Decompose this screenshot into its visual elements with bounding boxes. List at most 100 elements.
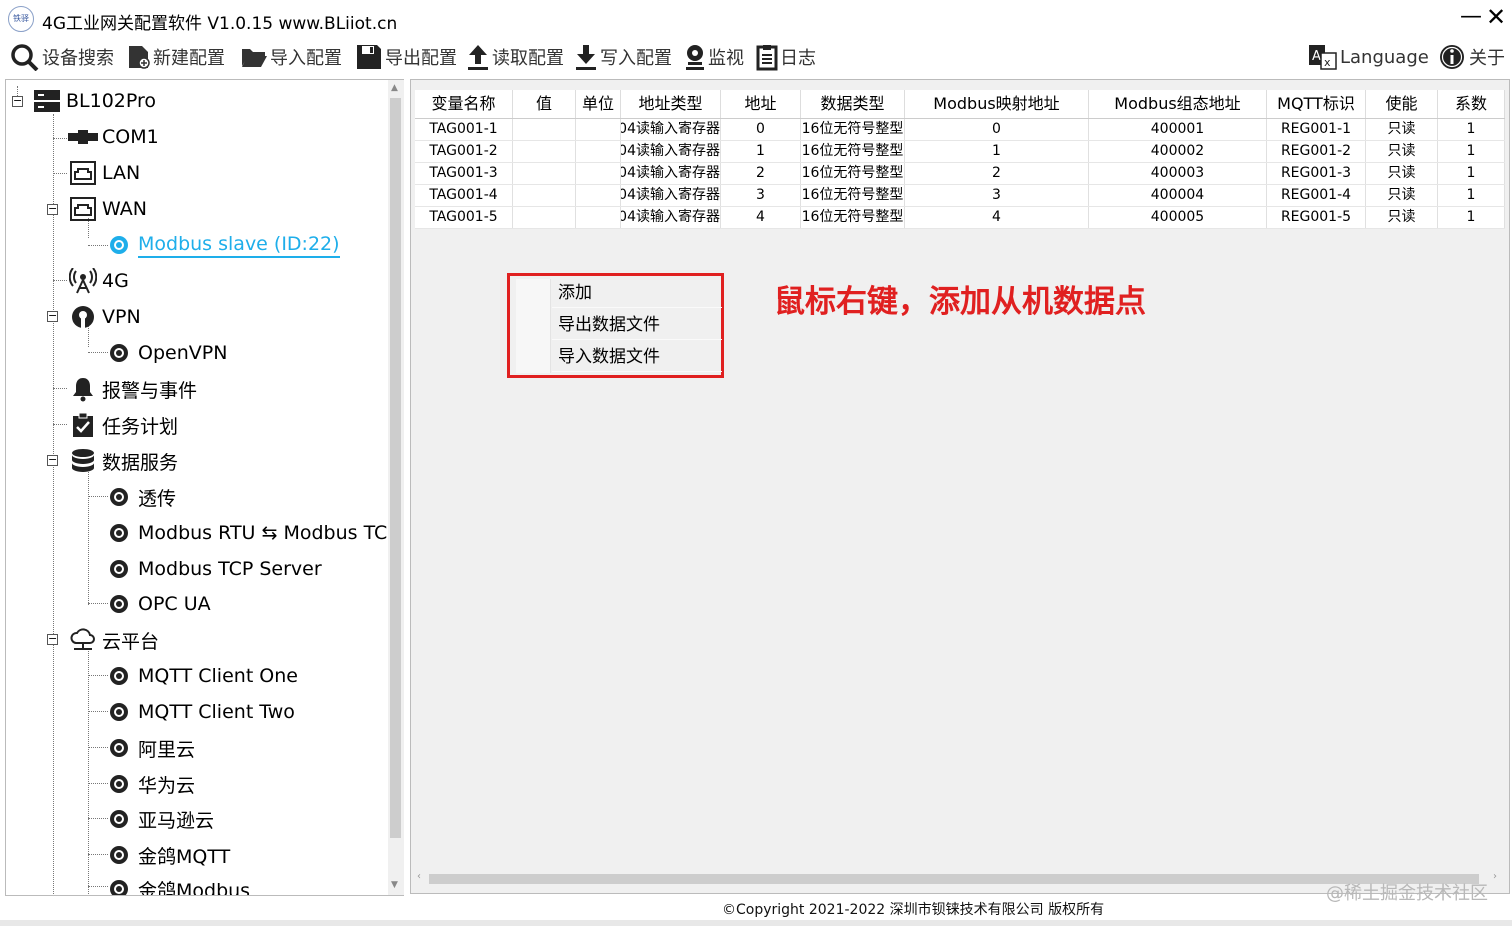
table-cell[interactable]: 1	[1438, 207, 1505, 228]
tree-node-modbus-slave[interactable]: Modbus slave (ID:22)	[104, 230, 340, 260]
table-cell[interactable]	[576, 185, 621, 206]
tree-node-lan[interactable]: LAN	[68, 158, 140, 188]
tree-node-cloud[interactable]: 云平台	[68, 625, 159, 655]
table-cell[interactable]: 0	[721, 119, 801, 140]
scroll-up-arrow-icon[interactable]: ▲	[391, 83, 398, 93]
scroll-down-arrow-icon[interactable]: ▼	[391, 880, 398, 890]
tree-node-4g[interactable]: 4G	[68, 266, 129, 296]
tree-node-data-service[interactable]: 数据服务	[68, 446, 178, 476]
column-header[interactable]: 数据类型	[801, 90, 905, 118]
table-cell[interactable]	[513, 185, 576, 206]
tree-node-jinge-modbus[interactable]: 金鸽Modbus	[104, 874, 250, 895]
table-row[interactable]: TAG001-1 04读输入寄存器 0 16位无符号整型 0 400001 REG001-1…	[415, 119, 1505, 141]
vpn-collapse-toggle[interactable]: −	[47, 310, 58, 322]
table-row[interactable]: TAG001-4 04读输入寄存器 3 16位无符号整型 3 400004 REG001-4…	[415, 185, 1505, 207]
tree-node-mqtt-one[interactable]: MQTT Client One	[104, 661, 298, 691]
table-cell[interactable]: 400005	[1089, 207, 1267, 228]
new-config-button[interactable]: 新建配置	[127, 43, 225, 71]
column-header[interactable]: MQTT标识	[1267, 90, 1366, 118]
column-header[interactable]: Modbus映射地址	[905, 90, 1089, 118]
read-config-button[interactable]: 读取配置	[466, 43, 564, 71]
table-cell[interactable]: 3	[905, 185, 1089, 206]
column-header[interactable]: 值	[513, 90, 576, 118]
table-cell[interactable]: 1	[1438, 163, 1505, 184]
tree-node-aliyun[interactable]: 阿里云	[104, 733, 195, 763]
table-cell[interactable]: 04读输入寄存器	[621, 163, 721, 184]
tree-node-rtu-tcp[interactable]: Modbus RTU ⇆ Modbus TCP	[104, 518, 389, 548]
export-config-button[interactable]: 导出配置	[355, 43, 457, 71]
root-collapse-toggle[interactable]: −	[12, 95, 23, 107]
table-cell[interactable]: 04读输入寄存器	[621, 141, 721, 162]
table-cell[interactable]: TAG001-3	[415, 163, 513, 184]
table-cell[interactable]: 16位无符号整型	[801, 207, 905, 228]
tree-node-openvpn[interactable]: OpenVPN	[104, 338, 227, 368]
table-cell[interactable]: 400002	[1089, 141, 1267, 162]
tree-node-alarm[interactable]: 报警与事件	[68, 374, 197, 404]
table-cell[interactable]: REG001-3	[1267, 163, 1366, 184]
table-cell[interactable]: 3	[721, 185, 801, 206]
table-cell[interactable]: TAG001-4	[415, 185, 513, 206]
write-config-button[interactable]: 写入配置	[574, 43, 672, 71]
table-cell[interactable]	[576, 141, 621, 162]
device-search-button[interactable]: 设备搜索	[10, 43, 114, 71]
language-button[interactable]: Ax Language	[1308, 43, 1429, 71]
wan-collapse-toggle[interactable]: −	[47, 203, 58, 215]
scroll-right-arrow-icon[interactable]: ›	[1493, 871, 1497, 882]
table-cell[interactable]: 1	[721, 141, 801, 162]
scroll-left-arrow-icon[interactable]: ‹	[417, 871, 421, 882]
column-header[interactable]: 系数	[1438, 90, 1505, 118]
tree-node-com1[interactable]: COM1	[68, 122, 159, 152]
table-cell[interactable]: 只读	[1366, 163, 1438, 184]
table-cell[interactable]	[513, 163, 576, 184]
table-cell[interactable]: 16位无符号整型	[801, 163, 905, 184]
table-cell[interactable]: 1	[905, 141, 1089, 162]
table-cell[interactable]: 16位无符号整型	[801, 185, 905, 206]
table-cell[interactable]: TAG001-1	[415, 119, 513, 140]
context-menu-import-file[interactable]: 导入数据文件	[552, 343, 722, 372]
tree-node-jinge-mqtt[interactable]: 金鸽MQTT	[104, 840, 230, 870]
tree-scrollbar[interactable]: ▲ ▼	[388, 79, 404, 896]
import-config-button[interactable]: 导入配置	[240, 43, 342, 71]
table-cell[interactable]: 400001	[1089, 119, 1267, 140]
table-cell[interactable]: 04读输入寄存器	[621, 207, 721, 228]
table-row[interactable]: TAG001-3 04读输入寄存器 2 16位无符号整型 2 400003 REG001-3…	[415, 163, 1505, 185]
tree-node-task[interactable]: 任务计划	[68, 410, 178, 440]
table-cell[interactable]: TAG001-2	[415, 141, 513, 162]
cloud-collapse-toggle[interactable]: −	[47, 633, 58, 645]
column-header[interactable]: 使能	[1366, 90, 1438, 118]
table-cell[interactable]: 2	[905, 163, 1089, 184]
table-cell[interactable]: REG001-2	[1267, 141, 1366, 162]
table-scroll-thumb[interactable]	[429, 874, 1479, 884]
table-cell[interactable]: 1	[1438, 141, 1505, 162]
table-row[interactable]: TAG001-2 04读输入寄存器 1 16位无符号整型 1 400002 REG001-2…	[415, 141, 1505, 163]
table-cell[interactable]	[513, 207, 576, 228]
tree-scroll-thumb[interactable]	[390, 98, 401, 838]
column-header[interactable]: 变量名称	[415, 90, 513, 118]
context-menu-export-file[interactable]: 导出数据文件	[552, 311, 722, 340]
tree-node-root[interactable]: BL102Pro	[32, 86, 156, 116]
context-menu-add[interactable]: 添加	[552, 279, 722, 308]
tree-node-huawei[interactable]: 华为云	[104, 769, 195, 799]
table-cell[interactable]: 4	[905, 207, 1089, 228]
table-cell[interactable]: REG001-5	[1267, 207, 1366, 228]
table-cell[interactable]: REG001-1	[1267, 119, 1366, 140]
column-header[interactable]: Modbus组态地址	[1089, 90, 1267, 118]
tree-node-vpn[interactable]: VPN	[68, 302, 141, 332]
data-service-collapse-toggle[interactable]: −	[47, 454, 58, 466]
table-cell[interactable]: 只读	[1366, 207, 1438, 228]
table-cell[interactable]: TAG001-5	[415, 207, 513, 228]
tree-node-opcua[interactable]: OPC UA	[104, 589, 211, 619]
table-cell[interactable]: 只读	[1366, 141, 1438, 162]
table-cell[interactable]: 只读	[1366, 119, 1438, 140]
table-cell[interactable]: 16位无符号整型	[801, 141, 905, 162]
tree-node-mqtt-two[interactable]: MQTT Client Two	[104, 697, 295, 727]
table-cell[interactable]: 1	[1438, 185, 1505, 206]
table-cell[interactable]: 0	[905, 119, 1089, 140]
table-cell[interactable]: 2	[721, 163, 801, 184]
table-cell[interactable]: 04读输入寄存器	[621, 119, 721, 140]
table-cell[interactable]: 04读输入寄存器	[621, 185, 721, 206]
minimize-button[interactable]: —	[1460, 4, 1482, 29]
table-cell[interactable]: 只读	[1366, 185, 1438, 206]
table-row[interactable]: TAG001-5 04读输入寄存器 4 16位无符号整型 4 400005 REG001-5…	[415, 207, 1505, 229]
table-cell[interactable]: 1	[1438, 119, 1505, 140]
